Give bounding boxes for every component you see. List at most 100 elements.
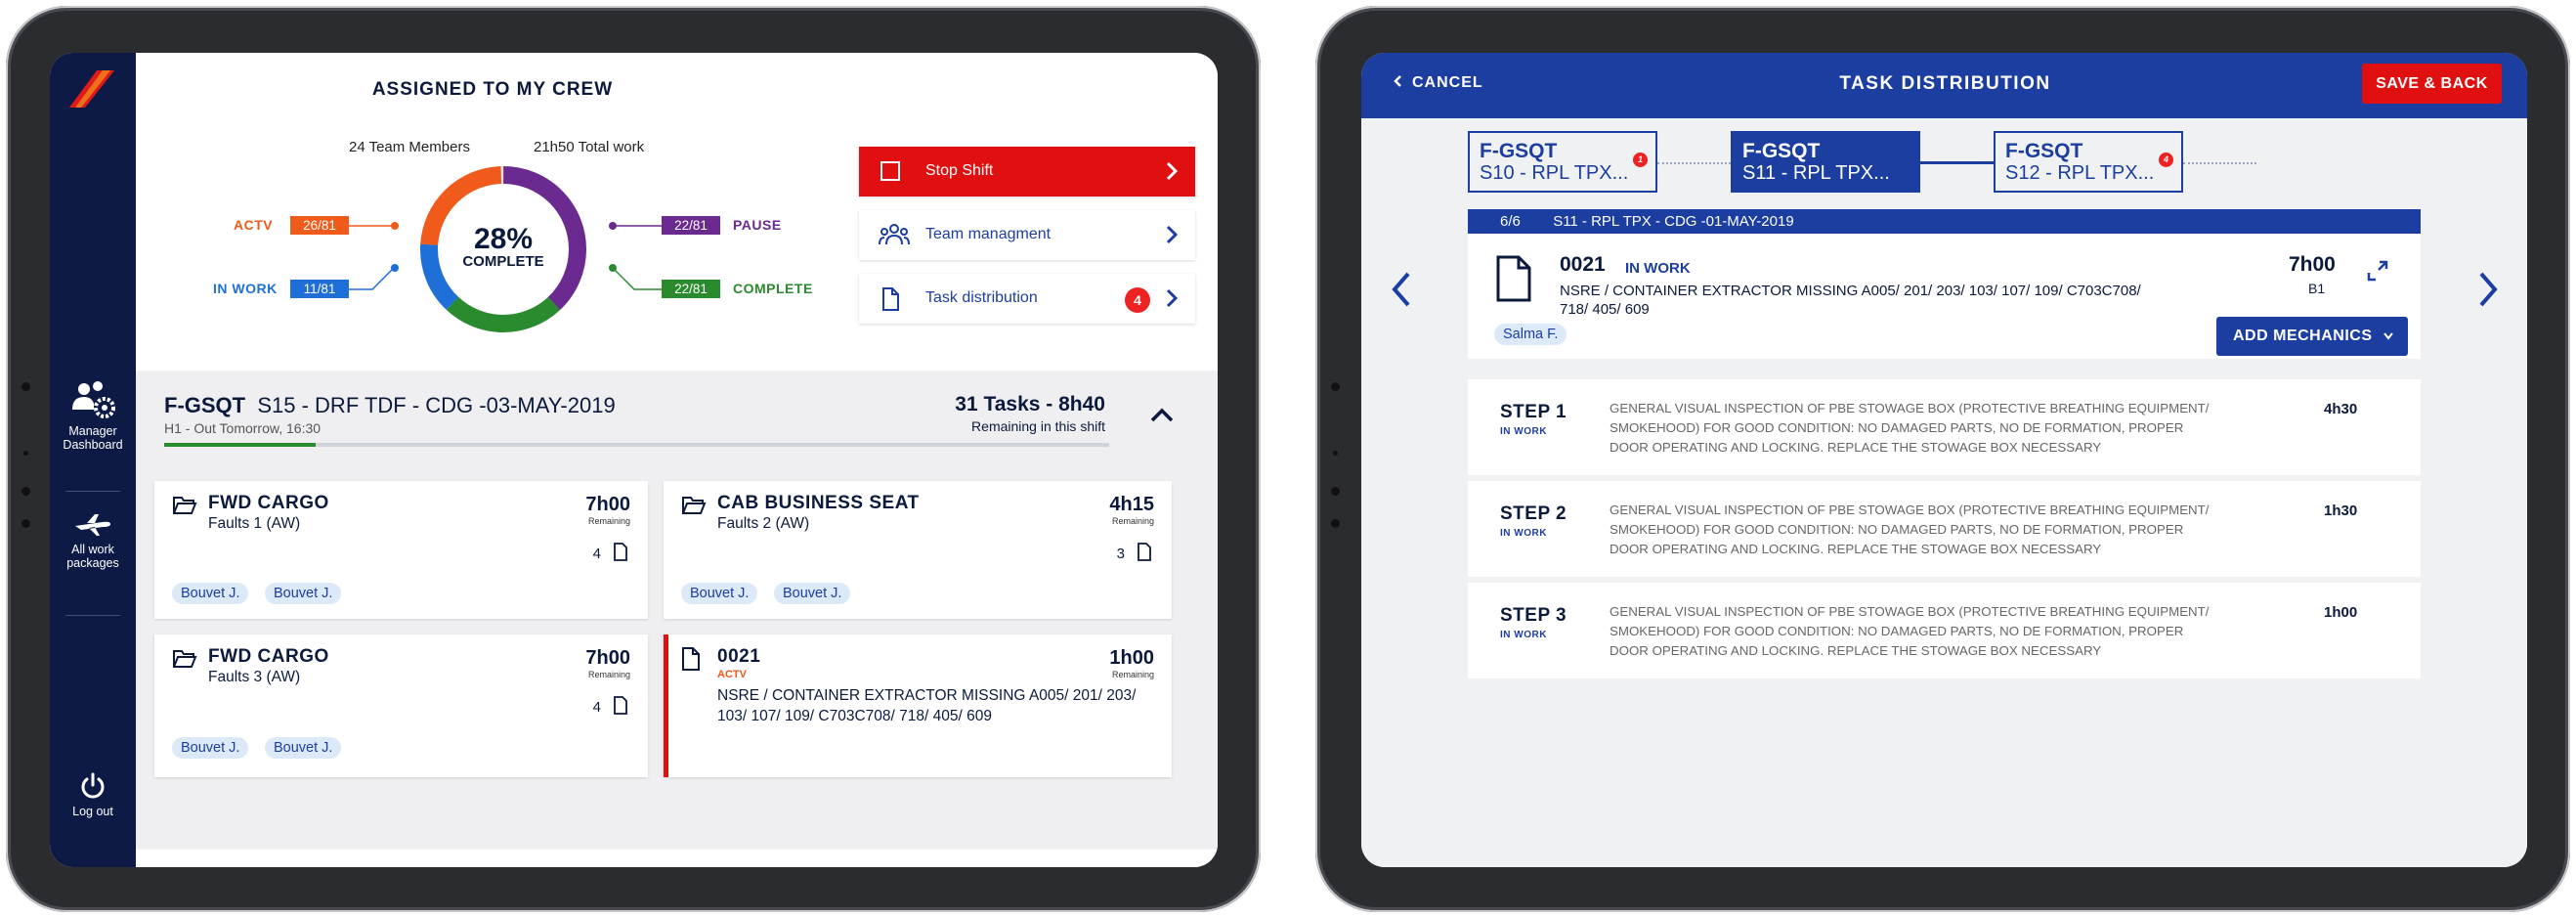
crew-main: ASSIGNED TO MY CREW 24 Team Members 21h5… — [136, 53, 1218, 867]
tab-connector — [2183, 162, 2256, 164]
document-icon — [1138, 543, 1151, 561]
chevron-up-icon[interactable] — [1149, 406, 1175, 423]
completion-label: COMPLETE — [462, 253, 544, 270]
task-distribution-button[interactable]: Task distribution 4 — [859, 274, 1195, 324]
package-progress — [164, 443, 1109, 447]
tab-badge: 1 — [1633, 153, 1648, 167]
team-management-button[interactable]: Team managment — [859, 210, 1195, 260]
assignee-chip[interactable]: Bouvet J. — [172, 583, 249, 604]
add-mechanics-label: ADD MECHANICS — [2233, 328, 2373, 344]
step-name: STEP 2 — [1500, 503, 1567, 524]
tab-registration: F-GSQT — [1742, 140, 1821, 162]
step-row[interactable]: STEP 3 IN WORK GENERAL VISUAL INSPECTION… — [1468, 583, 2421, 678]
card-subtitle: Faults 3 (AW) — [208, 669, 301, 685]
stop-shift-button[interactable]: Stop Shift — [859, 147, 1195, 197]
sidebar-item-manager-dashboard[interactable]: Manager Dashboard — [50, 380, 136, 452]
power-icon — [81, 772, 105, 799]
fault-card[interactable]: FWD CARGO Faults 3 (AW) 7h00 Remaining 4… — [154, 634, 648, 777]
card-doc-count: 3 — [1116, 546, 1125, 562]
tab-connector-active — [1920, 161, 1994, 164]
task-id: 0021 — [717, 646, 761, 667]
card-remaining: Remaining — [1111, 516, 1154, 526]
card-remaining: Remaining — [587, 516, 630, 526]
document-icon — [1496, 255, 1531, 302]
assignee-chip[interactable]: Bouvet J. — [172, 737, 249, 759]
document-icon — [682, 647, 700, 671]
team-gear-icon — [72, 381, 115, 418]
task-description: NSRE / CONTAINER EXTRACTOR MISSING A005/… — [1560, 283, 2141, 318]
assignee-chip[interactable]: Bouvet J. — [265, 737, 342, 759]
package-name: S15 - DRF TDF - CDG -03-MAY-2019 — [257, 393, 616, 417]
task-status: ACTV — [717, 669, 747, 680]
fault-card[interactable]: FWD CARGO Faults 1 (AW) 7h00 Remaining 4… — [154, 481, 648, 619]
next-section-edge — [136, 850, 1218, 867]
assignee-chip[interactable]: Bouvet J. — [265, 583, 342, 604]
tab-name: S11 - RPL TPX... — [1742, 162, 1890, 184]
team-icon — [879, 224, 910, 245]
card-subtitle: Faults 2 (AW) — [717, 515, 810, 532]
airplane-icon — [75, 514, 110, 536]
card-title: CAB BUSINESS SEAT — [717, 493, 920, 513]
save-back-button[interactable]: SAVE & BACK — [2362, 64, 2502, 104]
sidebar-item-all-work-packages[interactable]: All work packages — [50, 512, 136, 570]
screen-crew: Manager Dashboard All work packages Log … — [50, 53, 1218, 867]
sidebar-label-packages: All work packages — [66, 543, 119, 570]
fault-card[interactable]: CAB BUSINESS SEAT Faults 2 (AW) 4h15 Rem… — [664, 481, 1172, 619]
tab-name: S12 - RPL TPX... — [2005, 162, 2155, 184]
package-progress-fill — [164, 443, 316, 447]
tablet-left: Manager Dashboard All work packages Log … — [6, 6, 1261, 912]
chevron-right-icon — [1166, 288, 1179, 308]
step-name: STEP 3 — [1500, 605, 1567, 626]
chevron-right-icon[interactable] — [2475, 270, 2501, 309]
tab-s12[interactable]: F-GSQT S12 - RPL TPX... 4 — [1994, 131, 2183, 193]
tab-s11[interactable]: F-GSQT S11 - RPL TPX... — [1731, 131, 1920, 193]
card-doc-count: 4 — [592, 546, 601, 562]
assignee-chip[interactable]: Salma F. — [1494, 324, 1567, 345]
task-id: 0021 — [1560, 253, 1606, 276]
sensor — [23, 451, 28, 456]
card-hours: 7h00 — [585, 494, 630, 515]
step-description: GENERAL VISUAL INSPECTION OF PBE STOWAGE… — [1610, 503, 2210, 556]
stop-icon — [880, 161, 900, 181]
step-time: 1h30 — [2324, 503, 2358, 519]
task-card[interactable]: 0021 ACTV NSRE / CONTAINER EXTRACTOR MIS… — [664, 634, 1172, 777]
add-mechanics-button[interactable]: ADD MECHANICS — [2216, 317, 2408, 356]
completion-percent: 28% — [473, 223, 534, 255]
folder-icon — [682, 497, 707, 514]
package-tasks: 31 Tasks - 8h40 — [955, 393, 1105, 415]
step-name: STEP 1 — [1500, 402, 1567, 422]
work-package-section: F-GSQT S15 - DRF TDF - CDG -03-MAY-2019 … — [136, 371, 1218, 867]
chevron-right-icon — [1166, 225, 1179, 244]
expand-icon[interactable] — [2367, 260, 2388, 282]
assignee-chip[interactable]: Bouvet J. — [681, 583, 758, 604]
step-status: IN WORK — [1500, 426, 1547, 437]
step-time: 1h00 — [2324, 604, 2358, 621]
tab-registration: F-GSQT — [2005, 140, 2083, 162]
document-icon — [882, 287, 899, 311]
step-row[interactable]: STEP 2 IN WORK GENERAL VISUAL INSPECTION… — [1468, 481, 2421, 577]
package-remaining: Remaining in this shift — [971, 418, 1105, 434]
folder-icon — [173, 650, 197, 668]
sidebar-divider — [65, 491, 120, 492]
team-management-label: Team managment — [925, 226, 1052, 242]
camera — [21, 382, 30, 391]
sidebar: Manager Dashboard All work packages Log … — [50, 53, 136, 867]
card-doc-count: 4 — [592, 699, 601, 716]
card-remaining: Remaining — [1111, 670, 1154, 679]
tab-registration: F-GSQT — [1480, 140, 1558, 162]
logout-button[interactable]: Log out — [50, 772, 136, 818]
sidebar-label-manager: Manager Dashboard — [63, 424, 123, 452]
card-hours: 7h00 — [585, 647, 630, 669]
tab-s10[interactable]: F-GSQT S10 - RPL TPX... 1 — [1468, 131, 1657, 193]
main-task-card[interactable]: 0021 IN WORK NSRE / CONTAINER EXTRACTOR … — [1468, 234, 2421, 359]
chevron-left-icon[interactable] — [1389, 270, 1414, 309]
package-registration: F-GSQT — [164, 393, 246, 417]
assignee-chip[interactable]: Bouvet J. — [774, 583, 851, 604]
task-description: NSRE / CONTAINER EXTRACTOR MISSING A005/… — [717, 687, 1137, 724]
logout-label: Log out — [72, 805, 113, 818]
package-title[interactable]: F-GSQT S15 - DRF TDF - CDG -03-MAY-2019 — [164, 393, 616, 418]
folder-icon — [173, 497, 197, 514]
card-hours: 4h15 — [1109, 494, 1154, 515]
camera — [21, 487, 30, 496]
step-row[interactable]: STEP 1 IN WORK GENERAL VISUAL INSPECTION… — [1468, 379, 2421, 475]
